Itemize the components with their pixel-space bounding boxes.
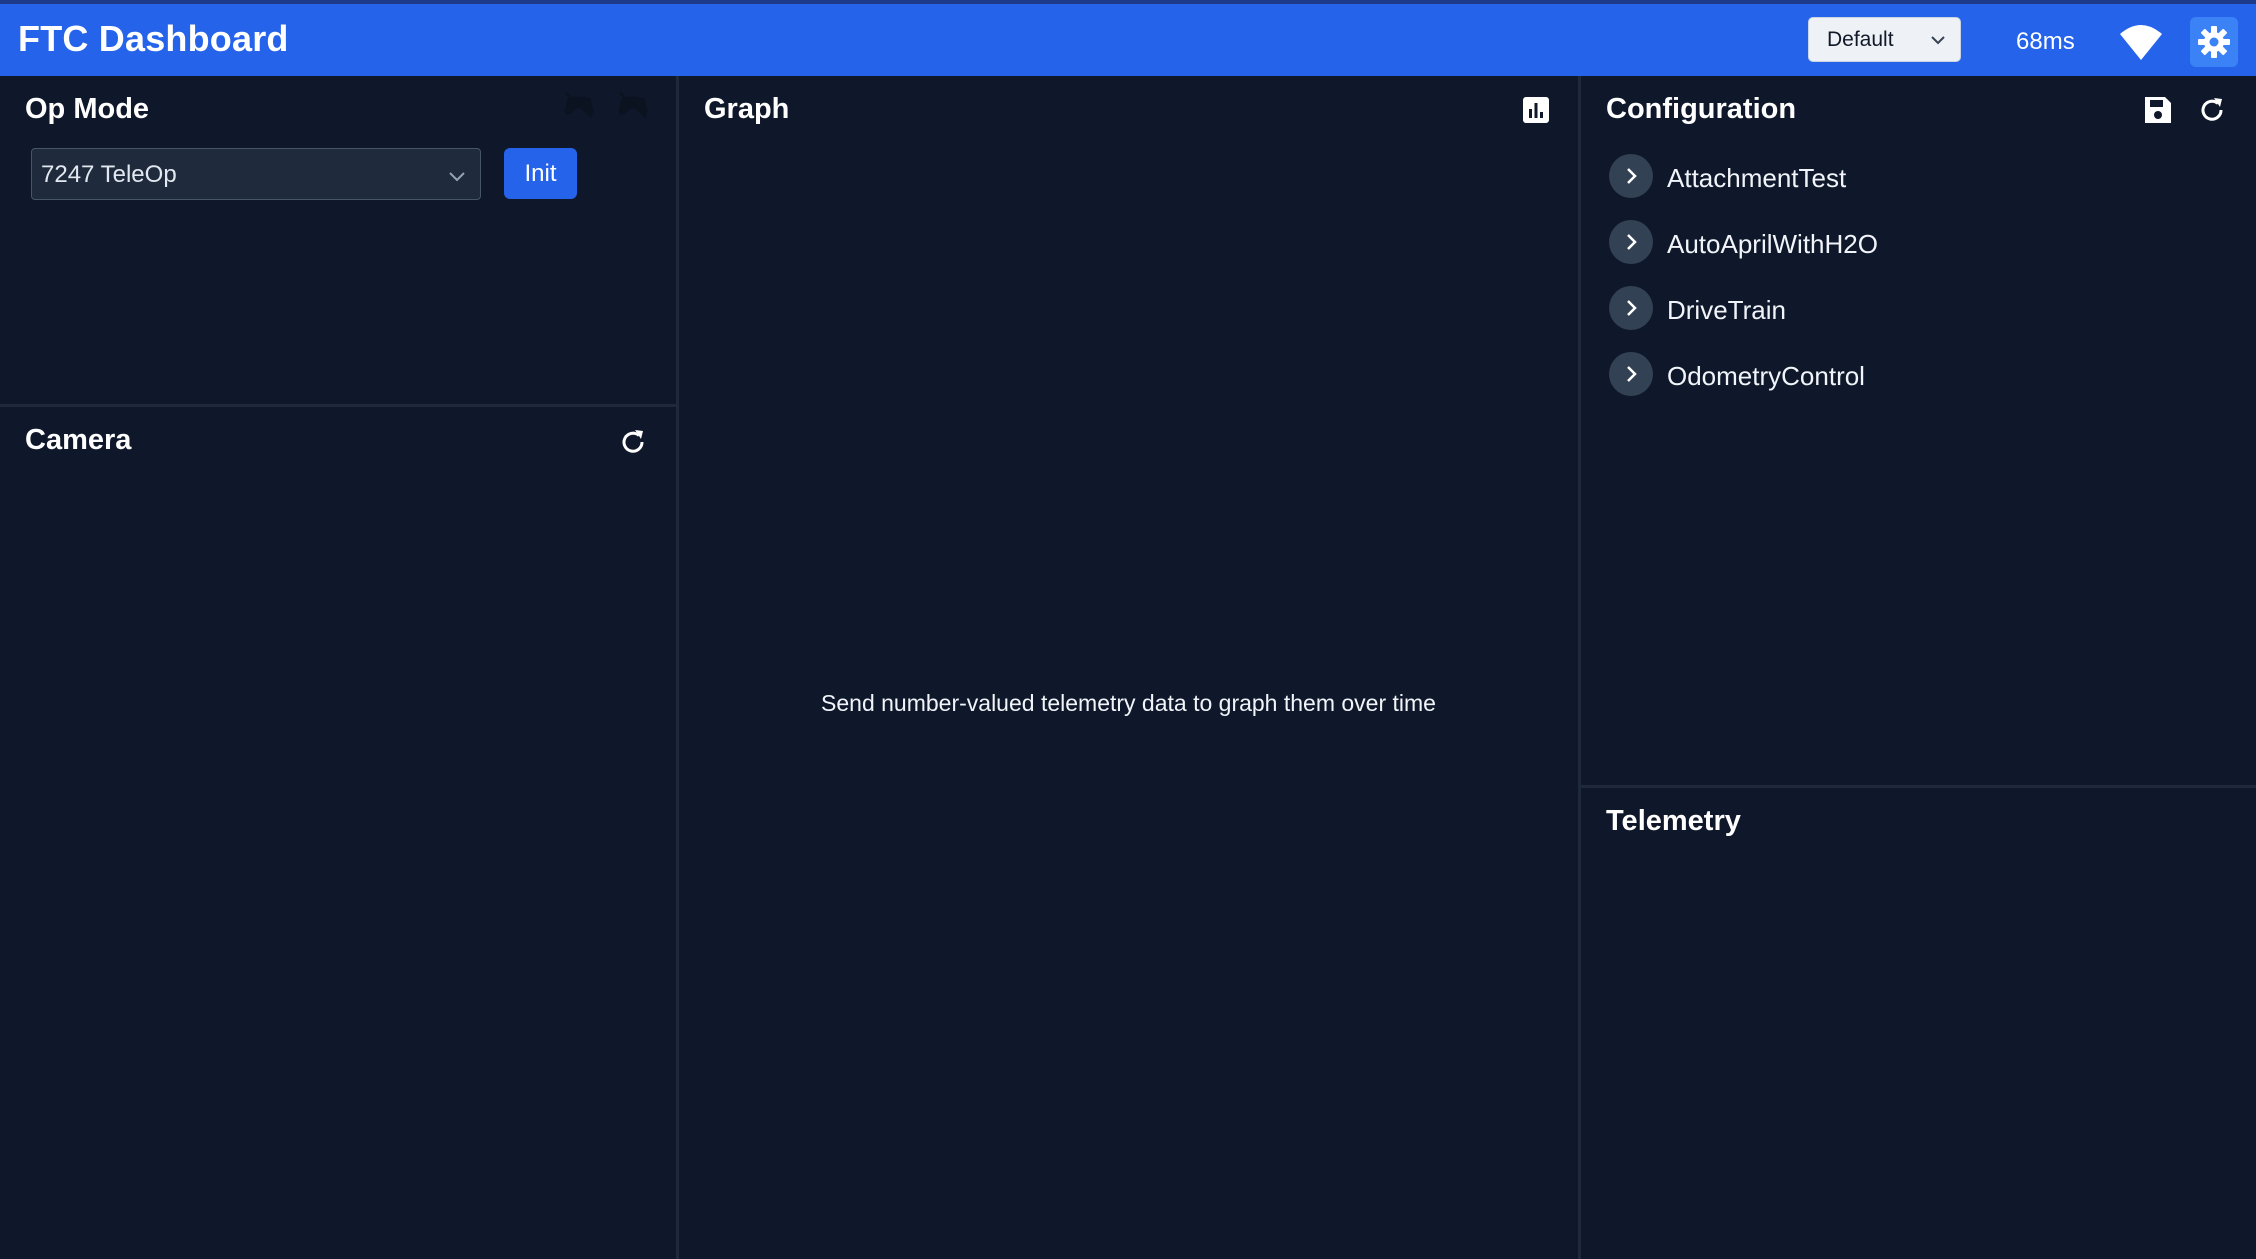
wifi-icon bbox=[2120, 25, 2162, 60]
top-bar: FTC Dashboard Default 68ms bbox=[0, 0, 2256, 76]
config-item[interactable]: DriveTrain bbox=[1609, 286, 2109, 330]
config-item[interactable]: OdometryControl bbox=[1609, 352, 2109, 396]
graph-panel-title: Graph bbox=[704, 93, 790, 125]
init-button[interactable]: Init bbox=[504, 148, 577, 199]
telemetry-panel-title: Telemetry bbox=[1606, 805, 1741, 837]
layout-select-value: Default bbox=[1827, 28, 1894, 51]
chevron-right-icon bbox=[1627, 366, 1637, 382]
chevron-right-icon bbox=[1627, 300, 1637, 316]
graph-empty-message: Send number-valued telemetry data to gra… bbox=[821, 690, 1436, 716]
opmode-panel: Op Mode 7247 TeleOp Init bbox=[0, 76, 676, 404]
latency-readout: 68ms bbox=[2016, 28, 2075, 55]
refresh-icon[interactable] bbox=[617, 426, 649, 458]
refresh-icon[interactable] bbox=[2196, 94, 2228, 126]
bar-chart-icon[interactable] bbox=[1520, 94, 1552, 126]
layout-select[interactable]: Default bbox=[1808, 17, 1961, 62]
camera-panel-title: Camera bbox=[25, 424, 132, 456]
chevron-down-icon bbox=[1931, 36, 1945, 45]
gamepad-disconnected-icon bbox=[564, 91, 594, 119]
chevron-down-icon bbox=[449, 172, 465, 182]
camera-panel: Camera bbox=[0, 407, 676, 1259]
configuration-panel-title: Configuration bbox=[1606, 93, 1797, 125]
save-icon[interactable] bbox=[2142, 94, 2174, 126]
config-item-label: OdometryControl bbox=[1667, 361, 1865, 391]
expand-button[interactable] bbox=[1609, 220, 1653, 264]
opmode-select-value: 7247 TeleOp bbox=[41, 161, 177, 188]
config-item[interactable]: AttachmentTest bbox=[1609, 154, 2109, 198]
expand-button[interactable] bbox=[1609, 286, 1653, 330]
config-item-label: DriveTrain bbox=[1667, 295, 1786, 325]
telemetry-panel: Telemetry bbox=[1581, 788, 2256, 1259]
chevron-right-icon bbox=[1627, 168, 1637, 184]
chevron-right-icon bbox=[1627, 234, 1637, 250]
settings-button[interactable] bbox=[2190, 17, 2238, 67]
gear-icon bbox=[2198, 26, 2230, 58]
opmode-select[interactable]: 7247 TeleOp bbox=[31, 148, 481, 200]
config-item[interactable]: AutoAprilWithH2O bbox=[1609, 220, 2109, 264]
opmode-panel-title: Op Mode bbox=[25, 93, 150, 125]
graph-panel: Graph Send number-valued telemetry data … bbox=[679, 76, 1578, 1259]
config-item-label: AutoAprilWithH2O bbox=[1667, 229, 1878, 259]
config-item-label: AttachmentTest bbox=[1667, 163, 1847, 193]
expand-button[interactable] bbox=[1609, 154, 1653, 198]
app-title: FTC Dashboard bbox=[18, 18, 289, 59]
expand-button[interactable] bbox=[1609, 352, 1653, 396]
gamepad-disconnected-icon bbox=[618, 91, 648, 119]
configuration-panel: Configuration AttachmentTest AutoAprilWi… bbox=[1581, 76, 2256, 785]
